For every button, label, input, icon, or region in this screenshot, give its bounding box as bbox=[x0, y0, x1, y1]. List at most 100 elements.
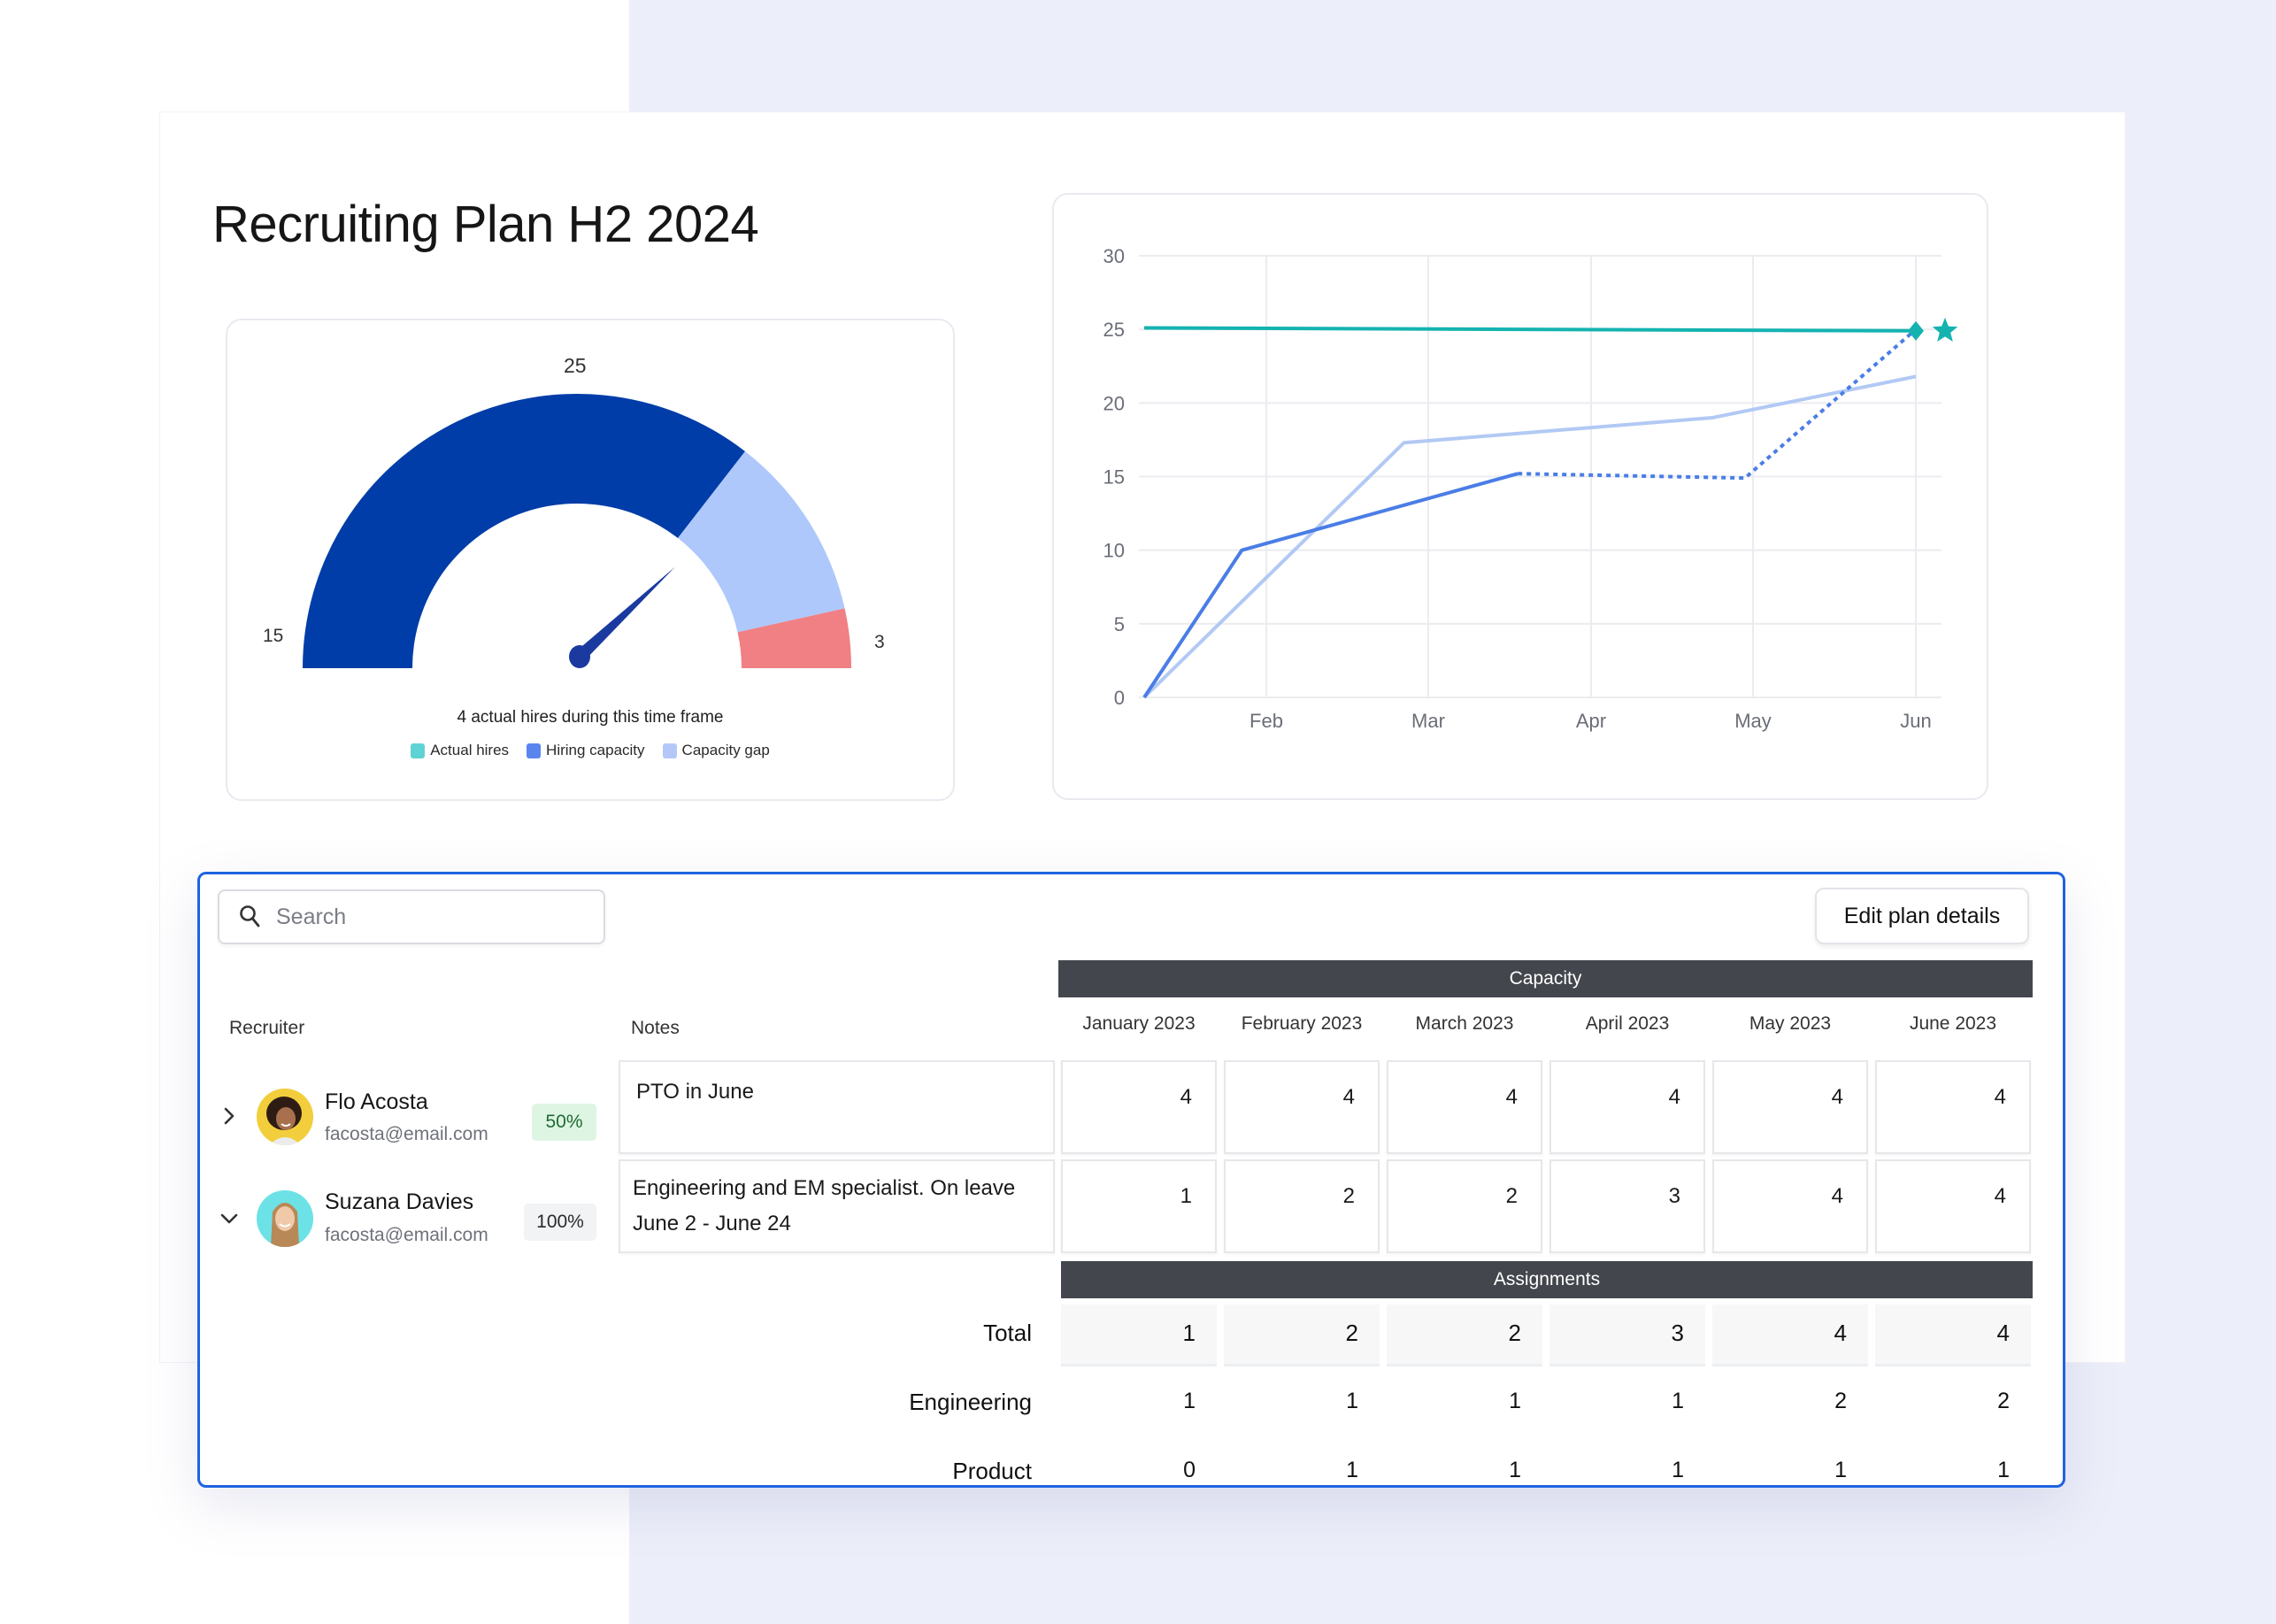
legend-label: Actual hires bbox=[430, 742, 510, 758]
chevron-right-icon[interactable] bbox=[219, 1106, 239, 1126]
month-header: May 2023 bbox=[1749, 1013, 1832, 1034]
assignment-row-label: Total bbox=[983, 1320, 1032, 1346]
capacity-cell[interactable]: 2 bbox=[1224, 1159, 1380, 1253]
series-line-actual bbox=[1142, 472, 1519, 699]
assignment-cell: 1 bbox=[1183, 1389, 1196, 1413]
recruiter-row: Flo Acosta facosta@email.com 50% bbox=[200, 1076, 607, 1165]
gauge-card: 25 15 3 4 actual hires during this time … bbox=[226, 319, 955, 801]
capacity-cell[interactable]: 3 bbox=[1549, 1159, 1705, 1253]
target-star-marker bbox=[1932, 317, 1958, 342]
assignment-cell: 1 bbox=[1509, 1389, 1521, 1413]
line-chart-card: 0 5 10 15 20 25 30 Feb Mar Apr May Jun bbox=[1052, 193, 1988, 800]
assignments-header: Assignments bbox=[1061, 1261, 2033, 1298]
allocation-badge: 100% bbox=[524, 1204, 596, 1241]
notes-text: Engineering and EM specialist. On leave bbox=[633, 1176, 1016, 1200]
notes-cell[interactable]: PTO in June bbox=[619, 1060, 1055, 1154]
total-cell: 2 bbox=[1224, 1305, 1380, 1366]
search-input[interactable] bbox=[276, 904, 568, 930]
gauge-label-left: 15 bbox=[263, 626, 284, 646]
assignment-cell: 1 bbox=[1672, 1458, 1684, 1482]
capacity-cell[interactable]: 4 bbox=[1875, 1060, 2031, 1154]
month-header: January 2023 bbox=[1082, 1013, 1196, 1034]
total-cell: 1 bbox=[1061, 1305, 1217, 1366]
gauge-needle-hub bbox=[569, 645, 590, 668]
search-box[interactable] bbox=[218, 889, 605, 944]
assignment-cell: 1 bbox=[1834, 1458, 1847, 1482]
gauge-chart bbox=[303, 394, 851, 668]
recruiter-email: facosta@email.com bbox=[325, 1124, 488, 1144]
capacity-cell[interactable]: 4 bbox=[1549, 1060, 1705, 1154]
capacity-cell[interactable]: 4 bbox=[1875, 1159, 2031, 1253]
gauge-legend: Actual hires Hiring capacity Capacity ga… bbox=[227, 742, 953, 759]
month-header: March 2023 bbox=[1415, 1013, 1514, 1034]
x-tick-label: Feb bbox=[1249, 710, 1283, 732]
capacity-cell[interactable]: 4 bbox=[1712, 1159, 1868, 1253]
month-header: April 2023 bbox=[1585, 1013, 1670, 1034]
assignment-row-label: Engineering bbox=[909, 1389, 1032, 1415]
column-header-notes: Notes bbox=[631, 1018, 680, 1038]
legend-swatch-hiring-capacity bbox=[527, 743, 542, 758]
assignment-cell: 0 bbox=[1183, 1458, 1196, 1482]
recruiter-email: facosta@email.com bbox=[325, 1225, 488, 1245]
assignment-cell: 2 bbox=[1834, 1389, 1847, 1413]
capacity-cell[interactable]: 1 bbox=[1061, 1159, 1217, 1253]
capacity-cell[interactable]: 4 bbox=[1387, 1060, 1542, 1154]
legend-swatch-actual-hires bbox=[411, 743, 426, 758]
total-cell: 4 bbox=[1875, 1305, 2031, 1366]
avatar-image bbox=[257, 1089, 313, 1145]
capacity-cell[interactable]: 4 bbox=[1712, 1060, 1868, 1154]
avatar bbox=[257, 1190, 313, 1247]
y-tick-label: 5 bbox=[1114, 613, 1125, 635]
capacity-cell[interactable]: 4 bbox=[1061, 1060, 1217, 1154]
recruiter-name: Flo Acosta bbox=[325, 1089, 428, 1114]
assignment-cell: 1 bbox=[1672, 1389, 1684, 1413]
total-cell: 2 bbox=[1387, 1305, 1542, 1366]
search-icon bbox=[240, 905, 260, 927]
page-title: Recruiting Plan H2 2024 bbox=[212, 196, 759, 253]
recruiter-row: Suzana Davies facosta@email.com 100% bbox=[200, 1175, 607, 1264]
edit-plan-details-button[interactable]: Edit plan details bbox=[1815, 888, 2029, 944]
recruiter-name: Suzana Davies bbox=[325, 1189, 474, 1214]
legend-label: Hiring capacity bbox=[546, 742, 645, 758]
gauge-label-top: 25 bbox=[564, 354, 587, 377]
gauge-label-right: 3 bbox=[874, 632, 885, 652]
target-diamond-marker bbox=[1908, 320, 1924, 341]
assignment-cell: 1 bbox=[1346, 1458, 1358, 1482]
month-header: February 2023 bbox=[1241, 1013, 1363, 1034]
x-tick-label: Jun bbox=[1900, 710, 1931, 732]
capacity-cell[interactable]: 4 bbox=[1224, 1060, 1380, 1154]
capacity-header: Capacity bbox=[1058, 960, 2033, 997]
y-tick-label: 25 bbox=[1103, 319, 1125, 341]
legend-swatch-capacity-gap bbox=[662, 743, 677, 758]
x-tick-label: May bbox=[1734, 710, 1772, 732]
y-tick-label: 15 bbox=[1103, 466, 1125, 489]
recruiter-capacity-table: Edit plan details Capacity Recruiter Not… bbox=[197, 872, 2065, 1488]
series-line-capacity bbox=[1142, 374, 1917, 699]
y-tick-label: 10 bbox=[1103, 540, 1125, 562]
total-cell: 3 bbox=[1549, 1305, 1705, 1366]
legend-item-hiring-capacity: Hiring capacity bbox=[527, 742, 645, 759]
x-tick-label: Apr bbox=[1576, 710, 1606, 732]
legend-item-capacity-gap: Capacity gap bbox=[662, 742, 770, 759]
assignment-row-label: Product bbox=[952, 1458, 1032, 1484]
month-header: June 2023 bbox=[1909, 1013, 1997, 1034]
allocation-badge: 50% bbox=[532, 1104, 596, 1141]
y-tick-label: 20 bbox=[1103, 392, 1125, 414]
capacity-cell[interactable]: 2 bbox=[1387, 1159, 1542, 1253]
legend-item-actual-hires: Actual hires bbox=[411, 742, 509, 759]
notes-cell[interactable]: Engineering and EM specialist. On leave … bbox=[619, 1159, 1055, 1253]
chevron-down-icon[interactable] bbox=[219, 1209, 239, 1228]
column-header-recruiter: Recruiter bbox=[229, 1018, 305, 1038]
gauge-caption: 4 actual hires during this time frame bbox=[457, 708, 724, 727]
avatar bbox=[257, 1089, 313, 1145]
total-cell: 4 bbox=[1712, 1305, 1868, 1366]
line-chart: 0 5 10 15 20 25 30 Feb Mar Apr May Jun bbox=[1103, 245, 1958, 732]
gauge-segment-hiring-capacity bbox=[303, 394, 746, 668]
assignment-cell: 1 bbox=[1509, 1458, 1521, 1482]
notes-text: June 2 - June 24 bbox=[633, 1212, 791, 1235]
assignment-cell: 1 bbox=[1997, 1458, 2010, 1482]
assignment-cell: 2 bbox=[1997, 1389, 2010, 1413]
legend-label: Capacity gap bbox=[681, 742, 770, 758]
gauge-needle bbox=[577, 566, 675, 660]
y-tick-label: 30 bbox=[1103, 245, 1125, 267]
